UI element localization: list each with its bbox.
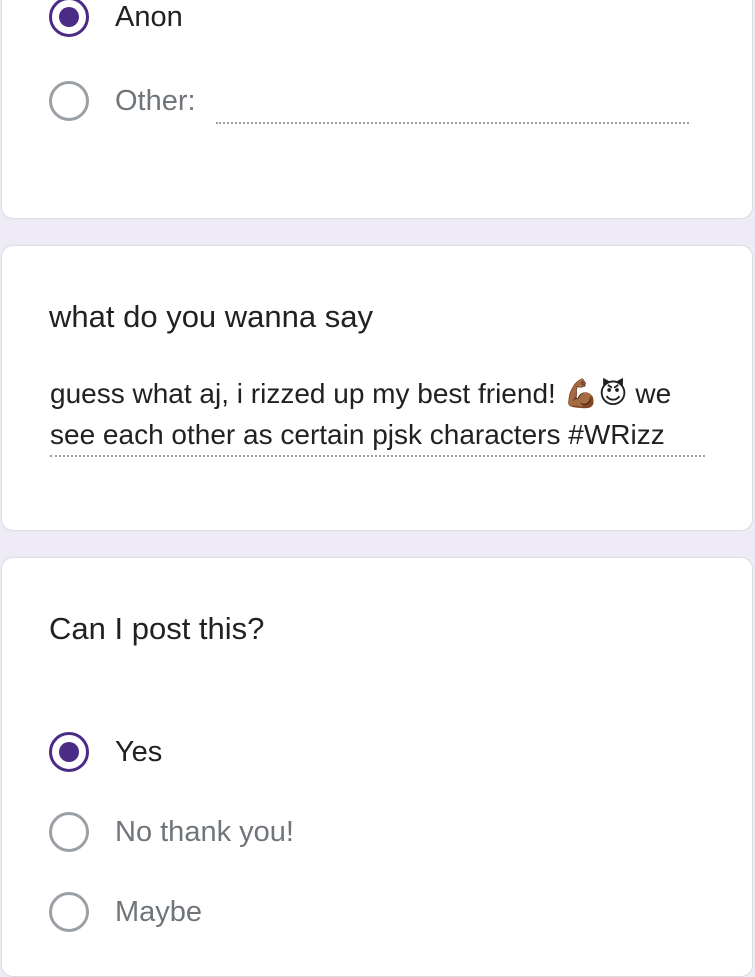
radio-no-thank-you[interactable]: [49, 812, 89, 852]
radio-other[interactable]: [49, 81, 89, 121]
radio-anon-selected[interactable]: [49, 0, 89, 37]
other-text-field[interactable]: [216, 122, 689, 124]
option-no-thank-you[interactable]: No thank you!: [49, 810, 294, 854]
option-maybe[interactable]: Maybe: [49, 890, 202, 934]
option-maybe-label: Maybe: [115, 895, 203, 928]
option-yes[interactable]: Yes: [49, 730, 162, 774]
option-no-thank-you-label: No thank you!: [115, 815, 294, 848]
message-answer-underline: [50, 455, 705, 457]
message-answer-field[interactable]: guess what aj, i rizzed up my best frien…: [50, 373, 710, 455]
radio-dot: [59, 7, 79, 27]
message-question-title: what do you wanna say: [49, 299, 373, 334]
option-anon-label: Anon: [115, 0, 183, 33]
radio-dot: [59, 742, 79, 762]
radio-yes-selected[interactable]: [49, 732, 89, 772]
option-yes-label: Yes: [115, 735, 163, 768]
option-other-label: Other:: [115, 84, 196, 117]
radio-maybe[interactable]: [49, 892, 89, 932]
option-other[interactable]: Other:: [49, 79, 196, 123]
post-question-title: Can I post this?: [49, 611, 265, 646]
option-anon[interactable]: Anon: [49, 0, 183, 39]
